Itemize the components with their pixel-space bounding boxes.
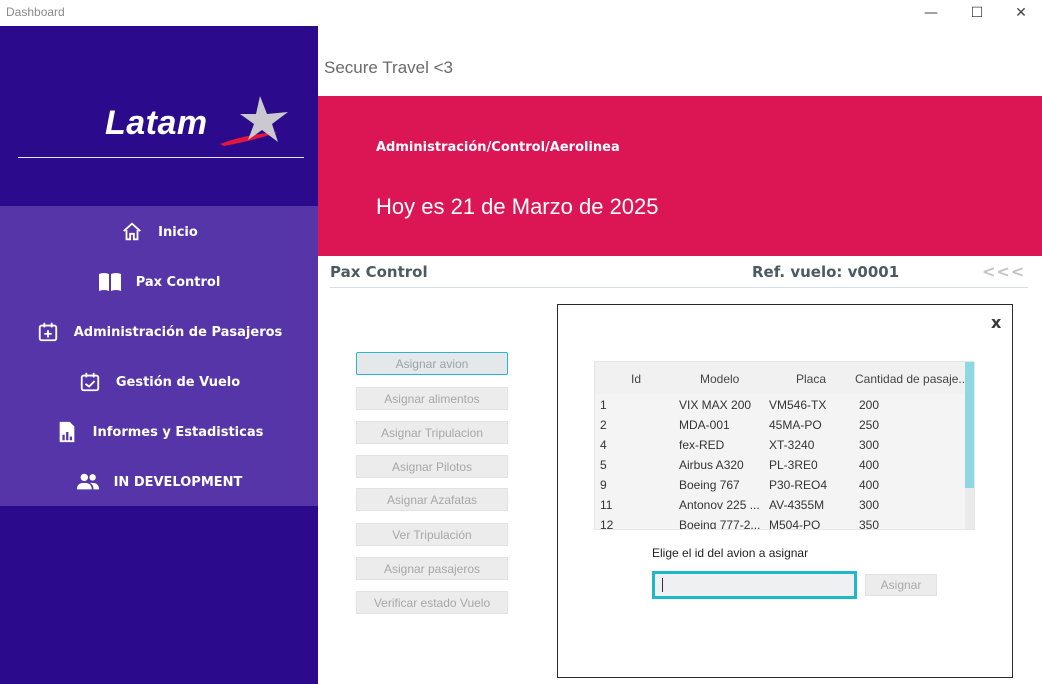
window-title: Dashboard — [6, 5, 65, 19]
dashboard-window: Dashboard — ☐ ✕ Latam Inicio Pax Control… — [0, 0, 1042, 684]
cell-placa: M504-PO — [769, 518, 821, 530]
table-row[interactable]: 1 VIX MAX 200 VM546-TX 200 — [595, 395, 965, 415]
sidebar-item-gestion-vuelo[interactable]: Gestión de Vuelo — [0, 362, 318, 402]
minimize-button[interactable]: — — [908, 0, 954, 26]
cell-placa: PL-3RE0 — [769, 458, 818, 472]
cell-capacity: 350 — [859, 518, 880, 530]
view-crew-button[interactable]: Ver Tripulación — [356, 523, 508, 546]
sidebar-item-inicio[interactable]: Inicio — [0, 212, 318, 252]
column-header[interactable]: Modelo — [700, 372, 739, 386]
planes-table: Id Modelo Placa Cantidad de pasaje... 1 … — [594, 361, 975, 530]
cell-capacity: 200 — [859, 398, 880, 412]
logo-star-icon — [220, 96, 288, 146]
assign-food-button[interactable]: Asignar alimentos — [356, 387, 508, 410]
sidebar-item-label: Pax Control — [135, 274, 221, 290]
table-row[interactable]: 11 Antonov 225 ... AV-4355M 300 — [595, 495, 965, 515]
sidebar-item-label: Gestión de Vuelo — [115, 374, 241, 390]
sidebar-menu: Inicio Pax Control Administración de Pas… — [0, 206, 318, 506]
assign-button[interactable]: Asignar — [865, 574, 937, 596]
cell-modelo: VIX MAX 200 — [679, 398, 752, 412]
logo-area: Latam — [0, 26, 318, 206]
cell-id: 9 — [600, 478, 607, 492]
cell-placa: P30-REO4 — [769, 478, 828, 492]
assign-attendants-button[interactable]: Asignar Azafatas — [356, 488, 508, 511]
sidebar-item-label: Inicio — [158, 224, 198, 240]
column-header[interactable]: Placa — [796, 372, 826, 386]
page-title: Pax Control — [330, 263, 428, 281]
cell-capacity: 400 — [859, 458, 880, 472]
cell-modelo: Boeing 777-2... — [679, 518, 761, 530]
date-label: Hoy es 21 de Marzo de 2025 — [376, 194, 659, 219]
plane-id-input[interactable] — [652, 571, 857, 599]
cell-id: 2 — [600, 418, 607, 432]
cell-modelo: fex-RED — [679, 438, 725, 452]
cell-id: 5 — [600, 458, 607, 472]
assign-plane-button[interactable]: Asignar avion — [356, 352, 508, 375]
column-header[interactable]: Id — [631, 372, 641, 386]
close-icon: ✕ — [1015, 5, 1027, 21]
cell-modelo: MDA-001 — [679, 418, 730, 432]
flight-ref-label: Ref. vuelo: v0001 — [752, 263, 900, 281]
back-button[interactable]: <<< — [982, 262, 1025, 281]
sidebar-item-informes[interactable]: Informes y Estadisticas — [0, 412, 318, 452]
sidebar-item-label: Informes y Estadisticas — [92, 424, 264, 440]
sidebar-item-in-development[interactable]: IN DEVELOPMENT — [0, 462, 318, 502]
table-row[interactable]: 5 Airbus A320 PL-3RE0 400 — [595, 455, 965, 475]
table-row[interactable]: 12 Boeing 777-2... M504-PO 350 — [595, 515, 965, 530]
panel-close-button[interactable]: x — [991, 313, 1001, 332]
column-header[interactable]: Cantidad de pasaje... — [855, 372, 968, 386]
book-open-icon — [98, 270, 122, 294]
header-banner: Administración/Control/Aerolinea Hoy es … — [318, 96, 1042, 256]
home-icon — [120, 220, 144, 244]
text-caret — [662, 578, 663, 592]
assign-passengers-button[interactable]: Asignar pasajeros — [356, 557, 508, 580]
verify-flight-status-button[interactable]: Verificar estado Vuelo — [356, 591, 508, 614]
cell-capacity: 300 — [859, 438, 880, 452]
cell-id: 1 — [600, 398, 607, 412]
cell-placa: XT-3240 — [769, 438, 815, 452]
report-chart-icon — [55, 420, 79, 444]
assign-crew-button[interactable]: Asignar Tripulacion — [356, 421, 508, 444]
cell-placa: VM546-TX — [769, 398, 827, 412]
logo-divider — [18, 157, 304, 158]
people-icon — [76, 470, 100, 494]
cell-modelo: Boeing 767 — [679, 478, 740, 492]
section-divider — [330, 287, 1028, 288]
cell-placa: AV-4355M — [769, 498, 825, 512]
assign-pilots-button[interactable]: Asignar Pilotos — [356, 455, 508, 478]
cell-capacity: 400 — [859, 478, 880, 492]
calendar-check-icon — [78, 370, 102, 394]
breadcrumb: Administración/Control/Aerolinea — [376, 140, 620, 155]
table-row[interactable]: 2 MDA-001 45MA-PO 250 — [595, 415, 965, 435]
cell-id: 11 — [600, 498, 613, 512]
app-subtitle: Secure Travel <3 — [324, 58, 453, 77]
minimize-icon: — — [924, 5, 938, 21]
cell-capacity: 250 — [859, 418, 880, 432]
maximize-button[interactable]: ☐ — [954, 0, 1000, 26]
logo-text: Latam — [105, 104, 208, 142]
plane-id-label: Elige el id del avion a asignar — [652, 546, 809, 560]
sidebar-item-label: Administración de Pasajeros — [73, 324, 283, 340]
cell-capacity: 300 — [859, 498, 880, 512]
cell-id: 12 — [600, 518, 614, 530]
title-bar: Dashboard — ☐ ✕ — [0, 0, 1042, 26]
calendar-plus-icon — [36, 320, 60, 344]
table-scrollbar-thumb[interactable] — [965, 362, 974, 488]
cell-modelo: Antonov 225 ... — [679, 498, 760, 512]
close-window-button[interactable]: ✕ — [998, 0, 1042, 26]
cell-placa: 45MA-PO — [769, 418, 822, 432]
table-row[interactable]: 4 fex-RED XT-3240 300 — [595, 435, 965, 455]
sidebar-item-administracion-pasajeros[interactable]: Administración de Pasajeros — [0, 312, 318, 352]
sidebar-item-pax-control[interactable]: Pax Control — [0, 262, 318, 302]
sidebar-item-label: IN DEVELOPMENT — [113, 474, 243, 490]
cell-id: 4 — [600, 438, 607, 452]
table-row[interactable]: 9 Boeing 767 P30-REO4 400 — [595, 475, 965, 495]
assign-plane-panel: x Id Modelo Placa Cantidad de pasaje... … — [557, 304, 1013, 678]
sidebar: Latam Inicio Pax Control Administración … — [0, 26, 318, 684]
maximize-icon: ☐ — [970, 5, 984, 21]
cell-modelo: Airbus A320 — [679, 458, 744, 472]
table-header: Id Modelo Placa Cantidad de pasaje... — [595, 362, 968, 394]
